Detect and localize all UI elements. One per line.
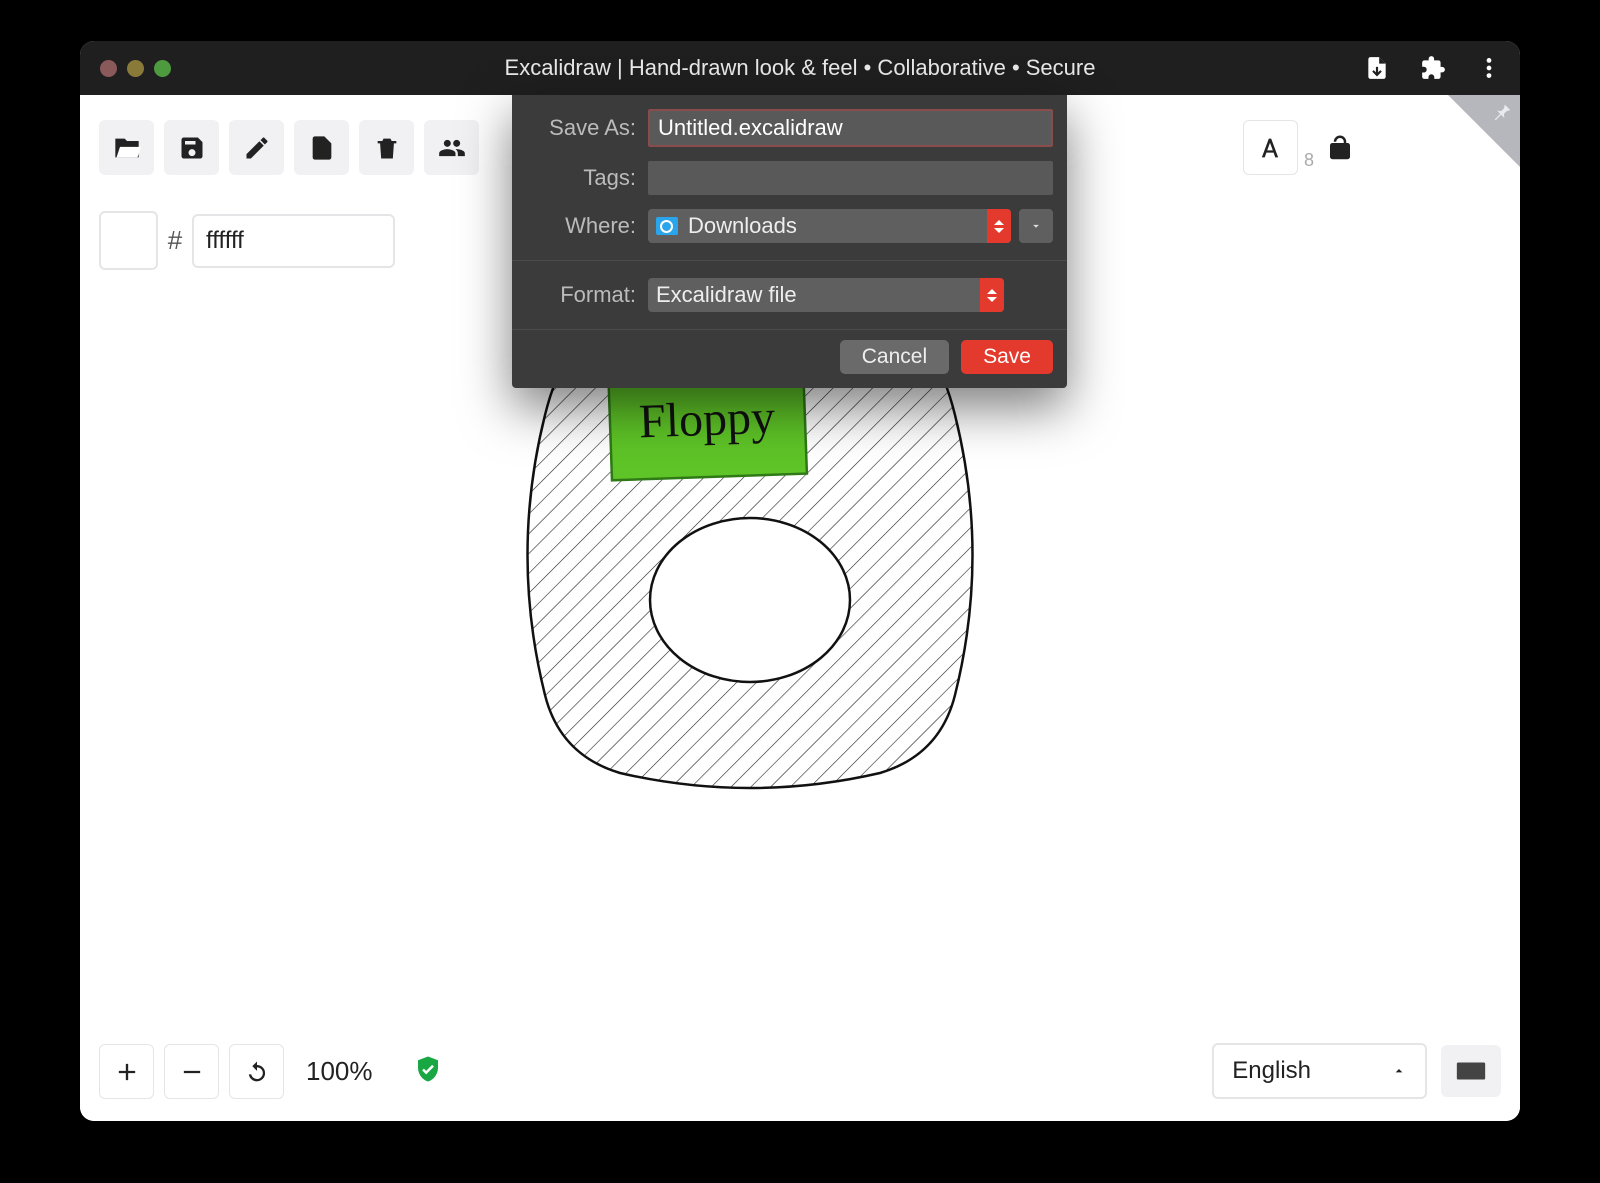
zoom-out-button[interactable] bbox=[164, 1044, 219, 1099]
confirm-save-button[interactable]: Save bbox=[961, 340, 1053, 374]
format-value: Excalidraw file bbox=[656, 282, 797, 308]
format-label: Format: bbox=[512, 282, 648, 308]
language-select[interactable]: English bbox=[1212, 1043, 1427, 1099]
color-input-group: # bbox=[99, 211, 395, 270]
titlebar: Excalidraw | Hand-drawn look & feel • Co… bbox=[80, 41, 1520, 95]
pushpin-icon bbox=[1492, 101, 1514, 128]
select-stepper-icon bbox=[987, 209, 1011, 243]
where-select[interactable]: Downloads bbox=[648, 209, 1011, 243]
traffic-lights bbox=[100, 60, 171, 77]
tags-input[interactable] bbox=[648, 161, 1053, 195]
window-minimize-button[interactable] bbox=[127, 60, 144, 77]
export-button[interactable] bbox=[294, 120, 349, 175]
text-tool-button[interactable] bbox=[1243, 120, 1298, 175]
format-select[interactable]: Excalidraw file bbox=[648, 278, 1004, 312]
window-close-button[interactable] bbox=[100, 60, 117, 77]
browser-window: Excalidraw | Hand-drawn look & feel • Co… bbox=[80, 41, 1520, 1121]
save-as-button[interactable] bbox=[229, 120, 284, 175]
color-swatch[interactable] bbox=[99, 211, 158, 270]
open-button[interactable] bbox=[99, 120, 154, 175]
drawing-label-text: Floppy bbox=[638, 391, 776, 449]
bottom-right-controls: English bbox=[1212, 1043, 1501, 1099]
folder-icon bbox=[656, 217, 678, 235]
chevron-up-icon bbox=[1391, 1063, 1407, 1079]
encryption-shield-icon[interactable] bbox=[413, 1054, 443, 1089]
keyboard-shortcuts-button[interactable] bbox=[1441, 1045, 1501, 1097]
tags-label: Tags: bbox=[512, 165, 648, 191]
save-button[interactable] bbox=[164, 120, 219, 175]
file-toolbar bbox=[99, 120, 479, 175]
language-label: English bbox=[1232, 1057, 1311, 1085]
window-title: Excalidraw | Hand-drawn look & feel • Co… bbox=[505, 55, 1096, 81]
download-icon[interactable] bbox=[1364, 55, 1390, 81]
where-value: Downloads bbox=[688, 213, 797, 239]
bottom-left-controls: 100% bbox=[99, 1044, 443, 1099]
hex-input[interactable] bbox=[192, 214, 395, 268]
cancel-button[interactable]: Cancel bbox=[840, 340, 949, 374]
expand-browser-button[interactable] bbox=[1019, 209, 1053, 243]
extension-icon[interactable] bbox=[1420, 55, 1446, 81]
select-stepper-icon bbox=[980, 278, 1004, 312]
save-as-input[interactable] bbox=[648, 109, 1053, 147]
window-zoom-button[interactable] bbox=[154, 60, 171, 77]
zoom-in-button[interactable] bbox=[99, 1044, 154, 1099]
reset-zoom-button[interactable] bbox=[229, 1044, 284, 1099]
kebab-menu-icon[interactable] bbox=[1476, 55, 1502, 81]
tool-shortcut-label: 8 bbox=[1304, 150, 1314, 175]
where-label: Where: bbox=[512, 213, 648, 239]
collaborate-button[interactable] bbox=[424, 120, 479, 175]
lock-button[interactable] bbox=[1325, 133, 1355, 168]
zoom-level-label: 100% bbox=[294, 1056, 385, 1087]
hash-label: # bbox=[158, 225, 192, 256]
trash-button[interactable] bbox=[359, 120, 414, 175]
save-as-label: Save As: bbox=[512, 115, 648, 141]
save-dialog: Save As: Tags: Where: Downloads bbox=[512, 95, 1067, 388]
